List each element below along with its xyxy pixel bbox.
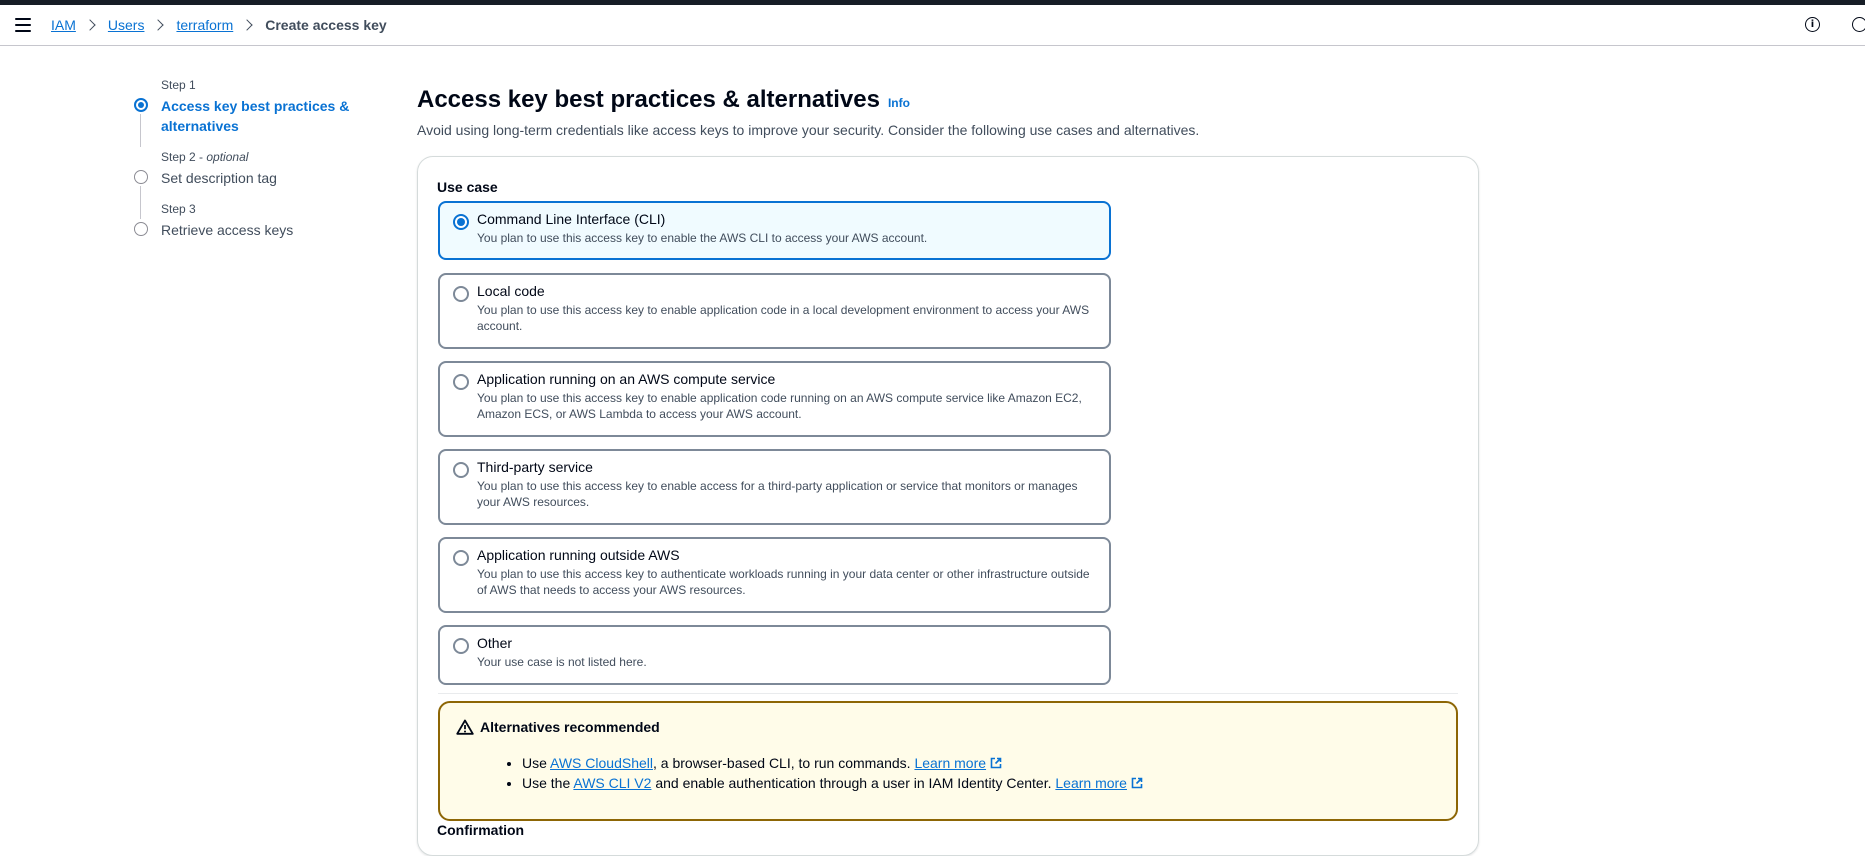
chevron-right-icon bbox=[84, 19, 96, 31]
header: IAM Users terraform Create access key i bbox=[0, 5, 1865, 46]
step-number: Step 1 bbox=[161, 78, 196, 92]
learn-more-link[interactable]: Learn more bbox=[1055, 775, 1143, 791]
info-icon[interactable]: i bbox=[1805, 17, 1820, 32]
radio-button[interactable] bbox=[453, 286, 469, 302]
learn-more-link[interactable]: Learn more bbox=[914, 755, 1002, 771]
list-item: Use AWS CloudShell, a browser-based CLI,… bbox=[522, 753, 1143, 773]
learn-more-text: Learn more bbox=[914, 755, 987, 771]
item-text: Use bbox=[522, 755, 551, 771]
option-title: Third-party service bbox=[477, 459, 593, 475]
radio-button[interactable] bbox=[453, 638, 469, 654]
breadcrumb-users[interactable]: Users bbox=[108, 17, 145, 33]
menu-icon[interactable] bbox=[15, 18, 31, 32]
radio-button[interactable] bbox=[453, 550, 469, 566]
item-text: Use the bbox=[522, 775, 574, 791]
step-active-icon bbox=[134, 98, 148, 112]
option-description: You plan to use this access key to authe… bbox=[477, 567, 1090, 597]
option-title: Other bbox=[477, 635, 513, 651]
option-description: You plan to use this access key to enabl… bbox=[477, 479, 1078, 509]
step-1: Step 1 Access key best practices & alter… bbox=[134, 78, 364, 147]
alert-list: Use AWS CloudShell, a browser-based CLI,… bbox=[480, 753, 1143, 793]
breadcrumb-current: Create access key bbox=[265, 17, 387, 33]
use-case-option-third-party[interactable]: Third-party service You plan to use this… bbox=[438, 449, 1111, 525]
step-title: Retrieve access keys bbox=[161, 222, 294, 238]
option-title: Application running on an AWS compute se… bbox=[477, 371, 776, 387]
step-2: Step 2 - optional Set description tag bbox=[134, 150, 364, 219]
breadcrumb-terraform[interactable]: terraform bbox=[176, 17, 233, 33]
use-case-option-other[interactable]: Other Your use case is not listed here. bbox=[438, 625, 1111, 685]
use-case-option-outside-aws[interactable]: Application running outside AWS You plan… bbox=[438, 537, 1111, 613]
learn-more-text: Learn more bbox=[1055, 775, 1127, 791]
use-case-option-local-code[interactable]: Local code You plan to use this access k… bbox=[438, 273, 1111, 349]
step-optional: optional bbox=[206, 150, 249, 164]
page-title-text: Access key best practices & alternatives bbox=[417, 86, 880, 113]
option-title: Application running outside AWS bbox=[477, 547, 680, 563]
breadcrumb-iam[interactable]: IAM bbox=[51, 17, 76, 33]
use-case-option-cli[interactable]: Command Line Interface (CLI) You plan to… bbox=[438, 201, 1111, 260]
radio-button[interactable] bbox=[453, 462, 469, 478]
step-pending-icon bbox=[134, 170, 148, 184]
option-description: You plan to use this access key to enabl… bbox=[477, 391, 1082, 421]
wizard-steps: Step 1 Access key best practices & alter… bbox=[134, 78, 364, 254]
alert-title: Alternatives recommended bbox=[480, 719, 660, 735]
use-case-option-aws-compute[interactable]: Application running on an AWS compute se… bbox=[438, 361, 1111, 437]
step-title: Access key best practices & alternatives bbox=[161, 98, 350, 134]
external-link-icon bbox=[990, 757, 1002, 769]
chevron-right-icon bbox=[152, 19, 165, 31]
page-title: Access key best practices & alternatives… bbox=[417, 86, 910, 114]
step-3: Step 3 Retrieve access keys bbox=[134, 202, 364, 240]
confirmation-label: Confirmation bbox=[437, 822, 525, 838]
breadcrumb: IAM Users terraform Create access key bbox=[51, 17, 387, 33]
list-item: Use the AWS CLI V2 and enable authentica… bbox=[522, 773, 1143, 793]
step-title: Set description tag bbox=[161, 170, 277, 186]
chevron-right-icon bbox=[241, 19, 253, 31]
option-description: You plan to use this access key to enabl… bbox=[477, 303, 1090, 333]
cloudshell-link[interactable]: AWS CloudShell bbox=[550, 755, 653, 771]
step-number-text: Step 2 bbox=[161, 150, 196, 164]
item-text: , a browser-based CLI, to run commands. bbox=[653, 755, 915, 771]
radio-button[interactable] bbox=[453, 374, 469, 390]
step-pending-icon bbox=[134, 222, 148, 236]
external-link-icon bbox=[1131, 777, 1143, 789]
step-connector bbox=[140, 114, 141, 147]
option-description: Your use case is not listed here. bbox=[477, 655, 647, 669]
option-title: Command Line Interface (CLI) bbox=[477, 211, 666, 227]
cli-v2-link[interactable]: AWS CLI V2 bbox=[573, 775, 651, 791]
alternatives-alert: Alternatives recommended Use AWS CloudSh… bbox=[438, 701, 1458, 821]
radio-button[interactable] bbox=[453, 214, 469, 230]
step-number: Step 3 bbox=[161, 202, 196, 216]
warning-icon bbox=[456, 719, 474, 735]
divider bbox=[438, 693, 1458, 694]
use-case-label: Use case bbox=[437, 179, 498, 195]
settings-icon[interactable] bbox=[1852, 17, 1865, 32]
page-description: Avoid using long-term credentials like a… bbox=[417, 122, 1200, 138]
option-description: You plan to use this access key to enabl… bbox=[477, 231, 928, 245]
item-text: and enable authentication through a user… bbox=[651, 775, 1056, 791]
info-link[interactable]: Info bbox=[888, 96, 910, 110]
step-number: Step 2 - optional bbox=[161, 150, 249, 164]
option-title: Local code bbox=[477, 283, 545, 299]
